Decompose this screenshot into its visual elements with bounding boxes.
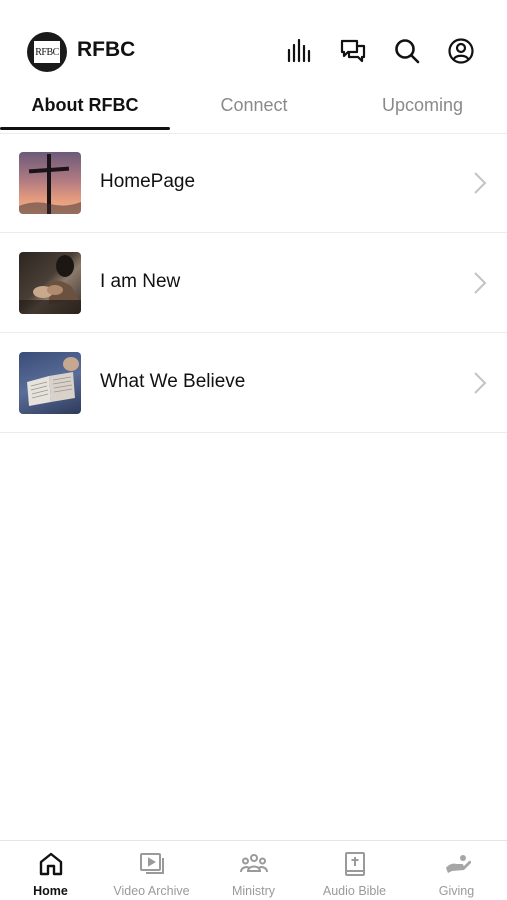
- list-item-homepage[interactable]: HomePage: [0, 133, 507, 233]
- tabbar-item-ministry[interactable]: Ministry: [203, 841, 304, 900]
- list-item-what-we-believe[interactable]: What We Believe: [0, 333, 507, 433]
- app-title: RFBC: [77, 38, 136, 61]
- tabbar-item-video-archive[interactable]: Video Archive: [101, 841, 202, 900]
- audio-bars-icon[interactable]: [284, 36, 314, 66]
- chevron-right-icon: [474, 172, 487, 194]
- list-item-label: HomePage: [100, 171, 196, 192]
- video-archive-icon: [137, 850, 167, 878]
- chat-icon[interactable]: [338, 36, 368, 66]
- tabbar-label: Audio Bible: [322, 884, 387, 898]
- list-item-label: I am New: [100, 271, 181, 292]
- giving-icon: [442, 850, 472, 878]
- tabbar-label: Giving: [438, 884, 475, 898]
- chevron-right-icon: [474, 372, 487, 394]
- tabbar-item-home[interactable]: Home: [0, 841, 101, 900]
- profile-icon[interactable]: [446, 36, 476, 66]
- tabbar-label: Home: [33, 884, 68, 898]
- content-list: HomePage I am New What We Believe: [0, 133, 507, 433]
- app-header: RFBC RFBC: [0, 0, 507, 90]
- logo-mark: RFBC: [34, 41, 60, 63]
- cross-sunset-image: [19, 152, 81, 214]
- chevron-right-icon: [474, 272, 487, 294]
- tab-about-rfbc[interactable]: About RFBC: [0, 95, 170, 116]
- search-icon[interactable]: [392, 36, 422, 66]
- audio-bible-icon: [340, 850, 370, 878]
- active-tab-indicator: [0, 127, 170, 130]
- church-logo[interactable]: RFBC: [27, 32, 67, 72]
- tabbar-label: Ministry: [231, 884, 276, 898]
- tab-connect[interactable]: Connect: [170, 95, 338, 116]
- home-icon: [36, 850, 66, 878]
- open-bible-image: [19, 352, 81, 414]
- tabbar-item-giving[interactable]: Giving: [406, 841, 507, 900]
- tab-upcoming[interactable]: Upcoming: [338, 95, 507, 116]
- list-item-label: What We Believe: [100, 371, 246, 392]
- bottom-tab-bar: Home Video Archive Ministry Audio Bible: [0, 840, 507, 900]
- ministry-icon: [239, 850, 269, 878]
- tab-bar-top: About RFBC Connect Upcoming: [0, 90, 507, 132]
- people-greeting-image: [19, 252, 81, 314]
- tabbar-item-audio-bible[interactable]: Audio Bible: [304, 841, 405, 900]
- tabbar-label: Video Archive: [113, 884, 190, 898]
- list-item-i-am-new[interactable]: I am New: [0, 233, 507, 333]
